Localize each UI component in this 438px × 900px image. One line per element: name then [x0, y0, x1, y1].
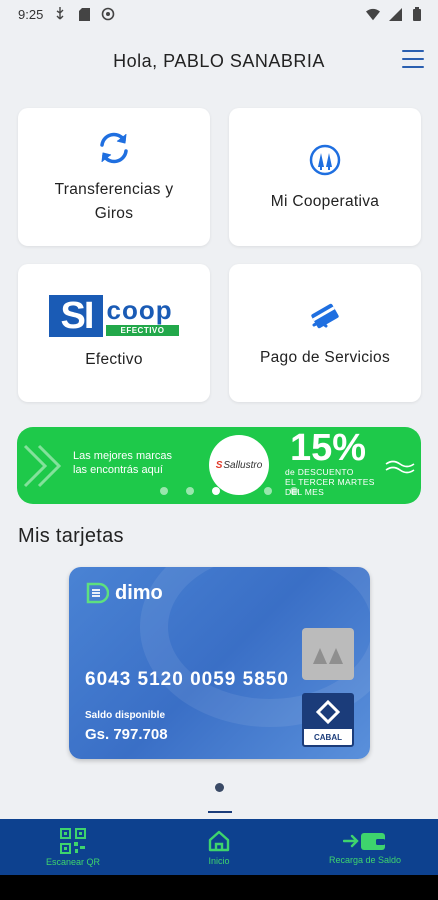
banner-text-line2: las encontrás aquí: [73, 464, 163, 476]
nav-scan-qr[interactable]: Escanear QR: [0, 819, 146, 875]
sicoop-coop: coop: [106, 294, 173, 325]
transfers-label: Transferencias y Giros: [55, 178, 174, 226]
banner-dot-active[interactable]: [212, 487, 220, 495]
dimo-brand: dimo: [115, 581, 163, 604]
scroll-indicator: [208, 811, 232, 813]
card-balance: Gs. 797.708: [85, 726, 168, 743]
hamburger-menu-button[interactable]: [402, 50, 424, 68]
banner-sub-line1: de DESCUENTO: [285, 467, 354, 477]
nav-scan-qr-label: Escanear QR: [45, 856, 101, 867]
system-navigation-bar: [0, 875, 438, 900]
banner-sub-line3: DEL MES: [285, 487, 325, 497]
card-balance-label: Saldo disponible: [85, 710, 166, 721]
battery-icon: [410, 7, 424, 21]
usb-icon: [53, 7, 67, 21]
cabal-logo: CABAL: [302, 693, 354, 747]
cards-pagination-dot: [215, 783, 224, 792]
nav-home[interactable]: Inicio: [146, 819, 292, 875]
settings-status-icon: [101, 7, 115, 21]
cabal-text: CABAL: [314, 733, 342, 742]
nav-home-label: Inicio: [208, 855, 230, 866]
dimo-logo: dimo: [85, 581, 163, 605]
status-bar: 9:25: [0, 0, 438, 28]
greeting-title: Hola, PABLO SANABRIA: [113, 50, 325, 71]
dimo-card[interactable]: dimo 6043 5120 0059 5850 Saldo disponibl…: [69, 567, 370, 759]
refresh-icon: [94, 128, 134, 168]
home-icon: [208, 830, 230, 851]
banner-dot[interactable]: [264, 487, 272, 495]
transfers-card[interactable]: Transferencias y Giros: [18, 108, 210, 246]
bottom-navigation: Escanear QR Inicio Recarga de Saldo: [0, 819, 438, 875]
header: Hola, PABLO SANABRIA: [0, 42, 438, 80]
card-payment-icon: [305, 296, 345, 336]
card-number: 6043 5120 0059 5850: [85, 669, 289, 690]
qr-code-icon: [60, 827, 86, 854]
banner-dot[interactable]: [238, 487, 246, 495]
efectivo-label: Efectivo: [85, 351, 143, 368]
banner-dot[interactable]: [160, 487, 168, 495]
card-chip: [302, 628, 354, 680]
banner-discount: 15%: [290, 427, 367, 469]
sallustro-logo: S Sallustro: [209, 435, 269, 495]
wifi-icon: [366, 7, 380, 21]
nav-topup[interactable]: Recarga de Saldo: [292, 819, 438, 875]
banner-text: Las mejores marcas las encontrás aquí: [73, 449, 172, 477]
banner-text-line1: Las mejores marcas: [73, 450, 173, 462]
my-cards-title: Mis tarjetas: [18, 525, 124, 547]
banner-dot[interactable]: [186, 487, 194, 495]
sd-card-icon: [77, 7, 91, 21]
sicoop-tag: EFECTIVO: [106, 324, 179, 336]
cooperative-icon: [305, 140, 345, 180]
services-payment-card[interactable]: Pago de Servicios: [229, 264, 421, 402]
transfers-label-line2: Giros: [94, 205, 134, 222]
banner-dot[interactable]: [290, 487, 298, 495]
chevron-decor-icon: [23, 444, 62, 488]
wave-decor-icon: [385, 460, 415, 474]
status-time: 9:25: [18, 6, 44, 22]
services-payment-label: Pago de Servicios: [259, 349, 391, 366]
banner-sub-line2: EL TERCER MARTES: [285, 477, 375, 487]
dimo-logo-icon: [86, 582, 109, 604]
nav-topup-label: Recarga de Saldo: [328, 854, 402, 865]
sicoop-si: SI: [49, 295, 104, 337]
signal-icon: [388, 7, 402, 21]
sicoop-logo: SI coop EFECTIVO: [49, 294, 179, 338]
cooperative-label: Mi Cooperativa: [270, 193, 380, 210]
wallet-icon: [343, 832, 385, 850]
banner-subtitle: de DESCUENTO EL TERCER MARTES DEL MES: [285, 467, 375, 497]
efectivo-card[interactable]: SI coop EFECTIVO Efectivo: [18, 264, 210, 402]
sallustro-logo-text: Sallustro: [223, 459, 263, 471]
cooperative-card[interactable]: Mi Cooperativa: [229, 108, 421, 246]
banner-pagination: [160, 487, 298, 495]
transfers-label-line1: Transferencias y: [54, 181, 174, 198]
services-grid: Transferencias y Giros Mi Cooperativa SI…: [18, 108, 421, 402]
